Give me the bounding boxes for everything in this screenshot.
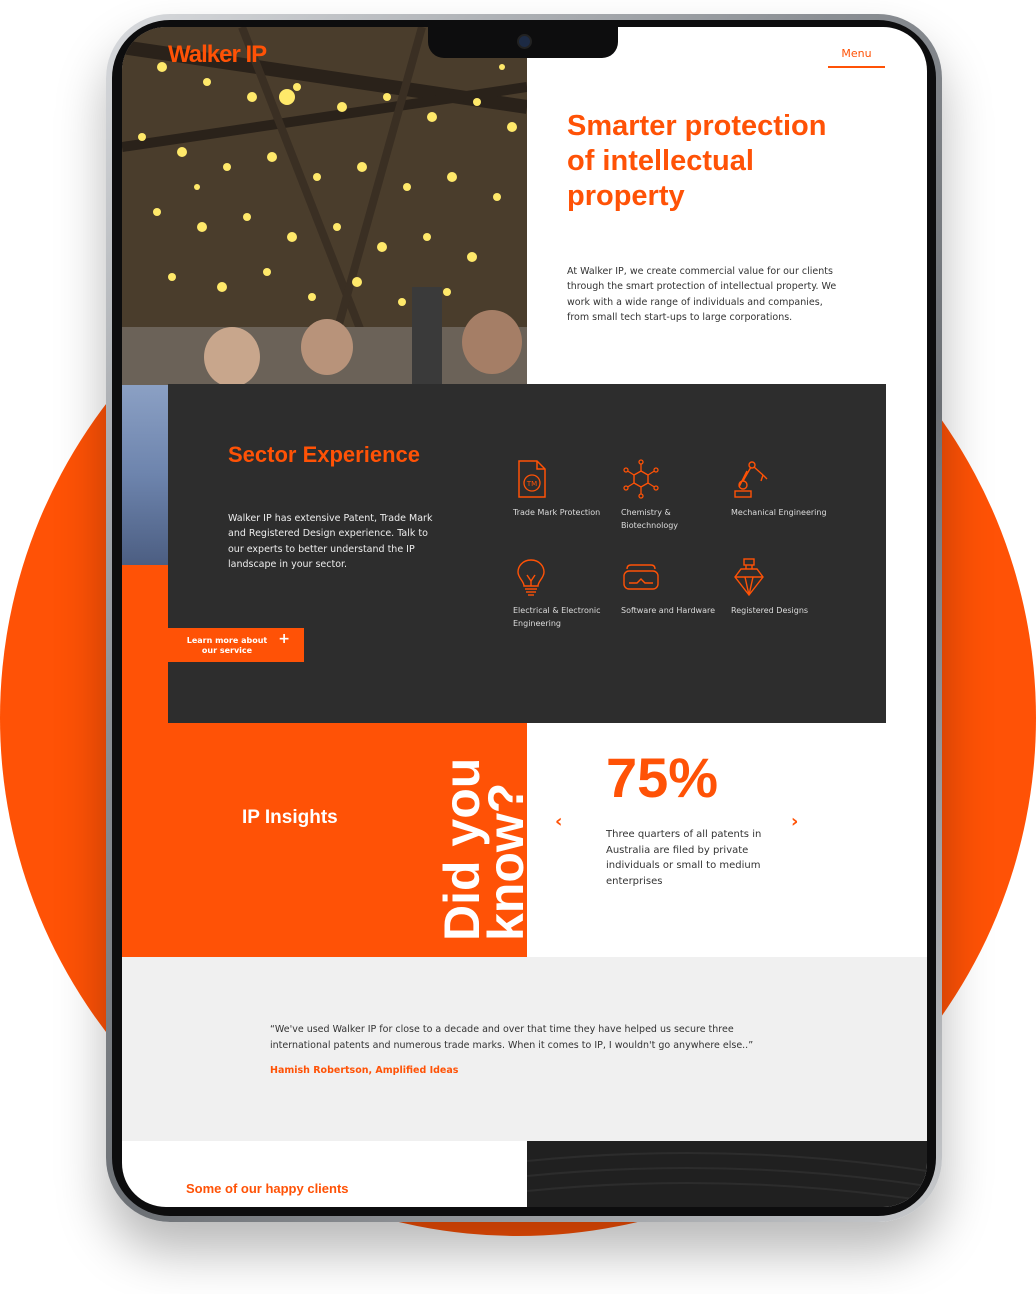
learn-more-button[interactable]: Learn more about our service + (168, 628, 304, 662)
trademark-document-icon: TM (518, 460, 546, 498)
sector-item-label: Registered Designs (731, 606, 809, 615)
sector-item-label: Mechanical Engineering (731, 508, 827, 517)
ip-insights-title: IP Insights (242, 807, 338, 828)
sector-item-software[interactable]: Software and Hardware (621, 557, 721, 618)
hero-photo (122, 27, 527, 385)
vr-headset-icon (623, 564, 659, 590)
sector-item-label: Software and Hardware (621, 606, 716, 615)
did-you-know-line2: know? (478, 782, 527, 941)
sector-description: Walker IP has extensive Patent, Trade Ma… (228, 513, 433, 570)
menu-button[interactable]: Menu (828, 47, 885, 68)
hero-title: Smarter protection of intellectual prope… (567, 110, 827, 212)
walker-ip-logo[interactable]: Walker IP (168, 41, 267, 69)
sector-item-trade-mark[interactable]: TM Trade Mark Protection (513, 459, 613, 520)
sector-item-label: Trade Mark Protection (513, 508, 601, 517)
learn-more-label: Learn more about our service (186, 636, 268, 655)
sector-item-label: Chemistry & Biotechnology (621, 508, 679, 530)
svg-text:TM: TM (526, 480, 537, 488)
did-you-know-banner: Did you know? (434, 723, 527, 941)
sector-item-mechanical[interactable]: Mechanical Engineering (731, 459, 831, 520)
stat-value: 75% (606, 746, 719, 809)
sector-title: Sector Experience (228, 442, 420, 467)
sector-item-electrical[interactable]: Electrical & Electronic Engineering (513, 557, 613, 630)
clients-title: Some of our happy clients (186, 1181, 349, 1196)
robot-arm-icon (734, 461, 768, 498)
sector-item-chemistry[interactable]: Chemistry & Biotechnology (621, 459, 721, 532)
chevron-right-icon[interactable]: › (791, 811, 798, 832)
sector-item-designs[interactable]: Registered Designs (731, 557, 831, 618)
molecule-icon (623, 459, 659, 499)
chevron-left-icon[interactable]: ‹ (555, 811, 562, 832)
testimonial-quote: “We've used Walker IP for close to a dec… (270, 1024, 754, 1051)
perfume-bottle-icon (734, 558, 764, 597)
sector-item-label: Electrical & Electronic Engineering (513, 606, 601, 628)
lightbulb-icon (517, 559, 545, 596)
plus-icon: + (278, 631, 290, 647)
side-photo-strip (122, 385, 168, 565)
camera-icon (517, 34, 532, 49)
testimonial-author: Hamish Robertson, Amplified Ideas (270, 1065, 459, 1076)
sector-experience-panel: Sector Experience Walker IP has extensiv… (168, 384, 886, 723)
clients-dark-panel (527, 1141, 927, 1207)
tablet-notch (428, 26, 618, 58)
testimonial-section: “We've used Walker IP for close to a dec… (122, 957, 927, 1141)
hero-description: At Walker IP, we create commercial value… (567, 266, 837, 323)
tablet-screen: Walker IP Menu Smarter protection of int… (122, 27, 927, 1207)
ip-insights-section: IP Insights Did you know? (122, 723, 527, 957)
stat-description: Three quarters of all patents in Austral… (606, 829, 762, 887)
